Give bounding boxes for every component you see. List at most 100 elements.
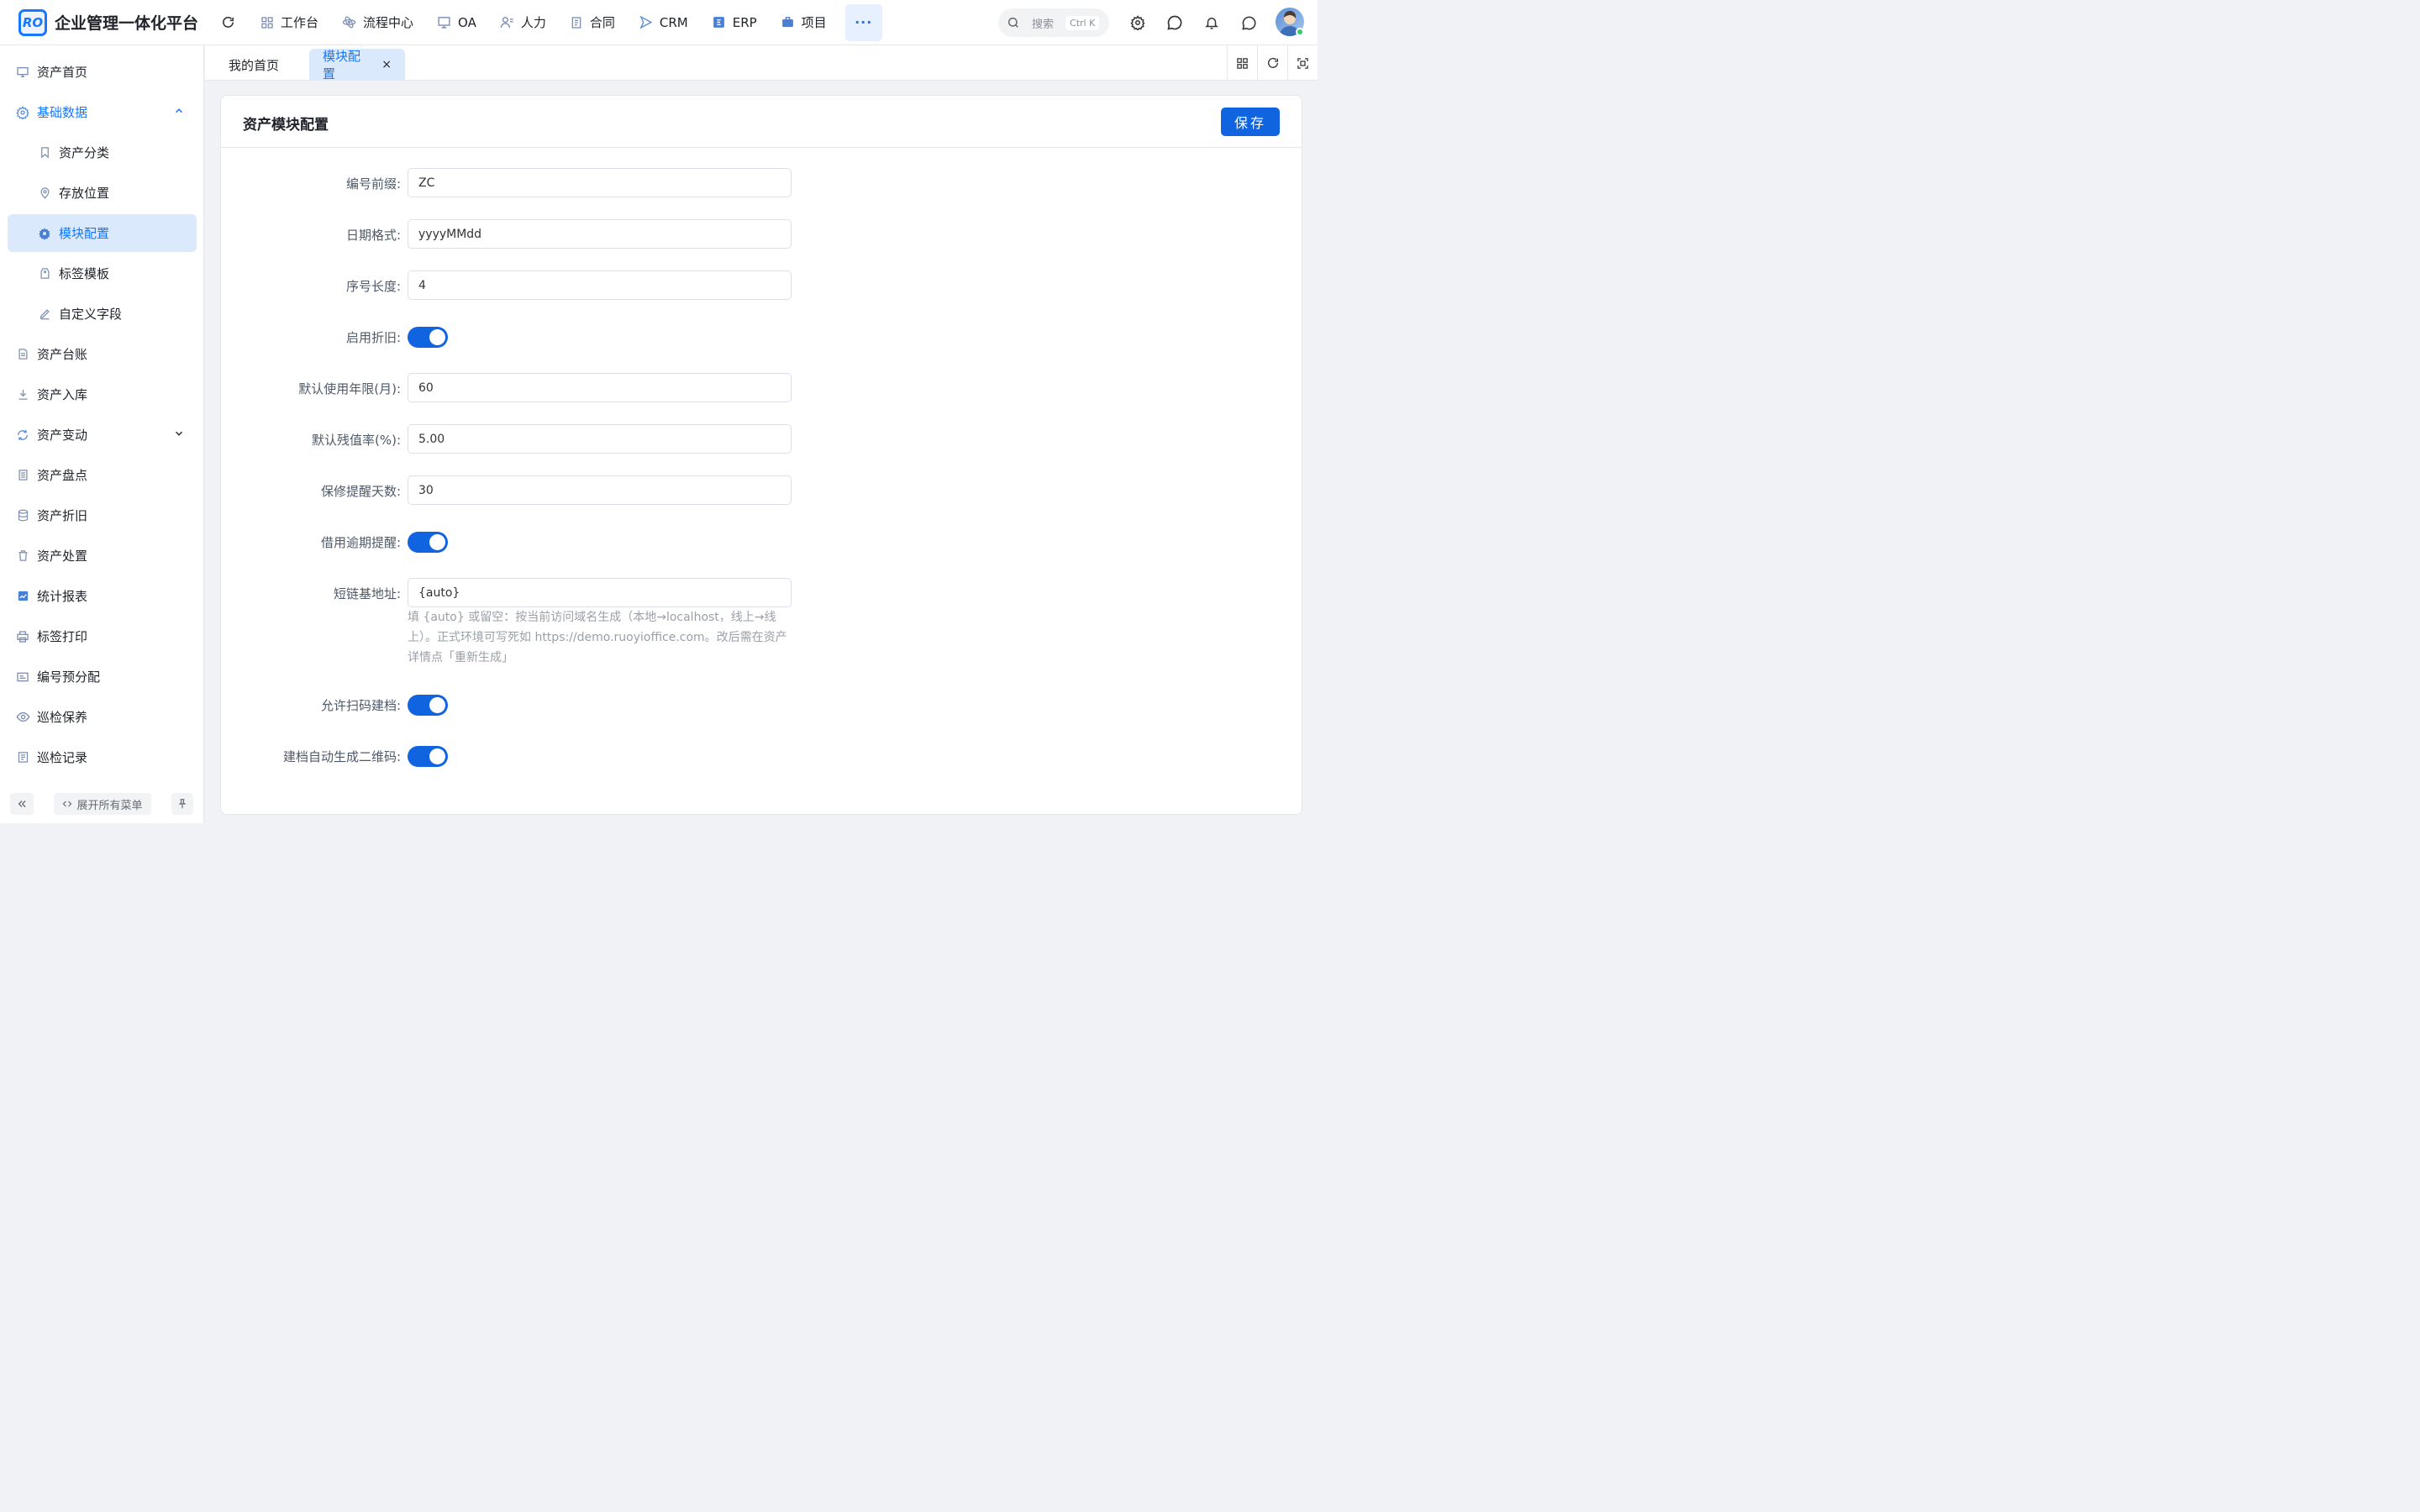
nav-item-contract[interactable]: 合同 <box>558 4 627 41</box>
date-format-input[interactable]: yyyyMMdd <box>408 219 792 249</box>
code-prefix-input[interactable]: ZC <box>408 168 792 197</box>
card-header: 资产模块配置 保存 <box>221 96 1302 148</box>
tab-module-config[interactable]: 模块配置 × <box>309 49 405 81</box>
sidebar-item-asset-category[interactable]: 资产分类 <box>8 134 197 171</box>
sidebar-item-code-preallocation[interactable]: 编号预分配 <box>8 658 197 696</box>
sidebar-item-module-config[interactable]: 模块配置 <box>8 214 197 252</box>
nav-item-crm[interactable]: CRM <box>627 4 700 41</box>
nav-item-hr[interactable]: 人力 <box>488 4 558 41</box>
tab-fullscreen-button[interactable] <box>1287 45 1318 81</box>
borrow-overdue-toggle[interactable] <box>408 532 448 553</box>
short-link-label: 短链基地址: <box>333 586 401 601</box>
form-row-date-format: 日期格式: yyyyMMdd <box>221 219 1303 249</box>
tab-grid-button[interactable] <box>1227 45 1257 81</box>
toggle-knob <box>429 534 445 550</box>
trash-icon <box>15 549 30 564</box>
code-icon <box>63 801 72 807</box>
sidebar-item-label-print[interactable]: 标签打印 <box>8 617 197 655</box>
nav-item-project[interactable]: 项目 <box>769 4 839 41</box>
form-row-residual-rate: 默认残值率(%): 5.00 <box>221 424 1303 454</box>
search-placeholder: 搜索 <box>1032 18 1055 31</box>
sidebar-item-inspection-record[interactable]: 巡检记录 <box>8 738 197 776</box>
nav-item-erp[interactable]: ERP <box>700 4 769 41</box>
nav-item-workbench[interactable]: 工作台 <box>249 4 330 41</box>
sidebar-item-storage-location[interactable]: 存放位置 <box>8 174 197 212</box>
auto-qrcode-label: 建档自动生成二维码: <box>282 749 401 764</box>
gear-icon <box>37 226 52 241</box>
tab-bar: 我的首页 模块配置 × <box>205 45 1318 81</box>
enable-depreciation-toggle[interactable] <box>408 327 448 348</box>
nav-item-process[interactable]: 流程中心 <box>330 4 425 41</box>
grid-icon <box>1237 57 1248 69</box>
tab-my-home[interactable]: 我的首页 <box>215 49 292 81</box>
database-icon <box>15 508 30 523</box>
residual-rate-input[interactable]: 5.00 <box>408 424 792 454</box>
expand-all-menu-button[interactable]: 展开所有菜单 <box>54 793 151 815</box>
toggle-knob <box>429 329 445 345</box>
chat-icon[interactable] <box>1237 11 1260 34</box>
sidebar-footer: 展开所有菜单 <box>0 785 204 823</box>
sidebar-item-statistics[interactable]: 统计报表 <box>8 577 197 615</box>
chevron-down-icon <box>173 428 185 443</box>
download-icon <box>15 387 30 402</box>
enable-depreciation-label: 启用折旧: <box>345 330 401 345</box>
sidebar-item-asset-depreciation[interactable]: 资产折旧 <box>8 496 197 534</box>
sidebar-item-asset-inbound[interactable]: 资产入库 <box>8 375 197 413</box>
save-button[interactable]: 保存 <box>1221 108 1280 136</box>
pin-sidebar-button[interactable] <box>171 793 193 815</box>
fullscreen-icon <box>1297 57 1308 69</box>
sidebar-item-asset-ledger[interactable]: 资产台账 <box>8 335 197 373</box>
date-format-label: 日期格式: <box>345 228 401 243</box>
briefcase-icon <box>781 17 793 28</box>
warranty-days-input[interactable]: 30 <box>408 475 792 505</box>
monitor-icon <box>438 17 450 29</box>
refresh-icon[interactable] <box>218 13 237 32</box>
sidebar-item-asset-home[interactable]: 资产首页 <box>8 53 197 91</box>
gear-icon <box>15 105 30 120</box>
top-header: RO 企业管理一体化平台 工作台 流程中心 OA 人力 合同 CRM ERP 项… <box>0 0 1318 45</box>
list-document-icon <box>15 468 30 483</box>
chart-icon <box>15 589 30 604</box>
contract-icon <box>571 16 581 29</box>
tab-refresh-button[interactable] <box>1257 45 1287 81</box>
search-icon <box>1007 17 1018 28</box>
default-years-input[interactable]: 60 <box>408 373 792 402</box>
document-icon <box>15 347 30 362</box>
printer-icon <box>15 629 30 644</box>
sidebar-item-label-template[interactable]: 标签模板 <box>8 255 197 292</box>
nav-item-oa[interactable]: OA <box>425 4 488 41</box>
app-logo[interactable]: RO 企业管理一体化平台 <box>18 8 212 36</box>
form-row-borrow-overdue: 借用逾期提醒: <box>221 527 1303 557</box>
residual-rate-label: 默认残值率(%): <box>311 433 401 448</box>
sidebar-item-asset-change[interactable]: 资产变动 <box>8 416 197 454</box>
bell-icon[interactable] <box>1200 11 1223 34</box>
form-row-seq-length: 序号长度: 4 <box>221 270 1303 301</box>
collapse-sidebar-button[interactable] <box>10 793 34 815</box>
sidebar-item-asset-inventory[interactable]: 资产盘点 <box>8 456 197 494</box>
close-icon[interactable]: × <box>381 58 392 71</box>
double-chevron-left-icon <box>18 801 26 807</box>
erp-icon <box>713 17 724 28</box>
sidebar-item-inspection-maintenance[interactable]: 巡检保养 <box>8 698 197 736</box>
sidebar-item-asset-disposal[interactable]: 资产处置 <box>8 537 197 575</box>
form-row-enable-depreciation: 启用折旧: <box>221 322 1303 352</box>
sidebar-item-base-data[interactable]: 基础数据 <box>8 93 197 131</box>
search-shortcut: Ctrl K <box>1065 15 1100 30</box>
notes-icon <box>15 750 30 765</box>
form-row-warranty-days: 保修提醒天数: 30 <box>221 475 1303 506</box>
sidebar-item-custom-field[interactable]: 自定义字段 <box>8 295 197 333</box>
nav-more-button[interactable]: ··· <box>844 3 882 41</box>
page-title: 资产模块配置 <box>243 117 329 134</box>
borrow-overdue-label: 借用逾期提醒: <box>320 535 401 550</box>
message-icon[interactable] <box>1163 11 1186 34</box>
auto-qrcode-toggle[interactable] <box>408 746 448 767</box>
form-row-default-years: 默认使用年限(月): 60 <box>221 373 1303 403</box>
settings-icon[interactable] <box>1126 11 1150 34</box>
seq-length-input[interactable]: 4 <box>408 270 792 300</box>
code-prefix-label: 编号前缀: <box>345 176 401 192</box>
sidebar: 资产首页 基础数据 资产分类 存放位置 模块配置 标签模板 自定义字段 资产台账… <box>0 45 204 823</box>
sync-icon <box>15 428 30 443</box>
short-link-input[interactable]: {auto} <box>408 578 792 607</box>
allow-scan-archive-toggle[interactable] <box>408 695 448 716</box>
search-input[interactable]: 搜索 Ctrl K <box>998 8 1109 37</box>
